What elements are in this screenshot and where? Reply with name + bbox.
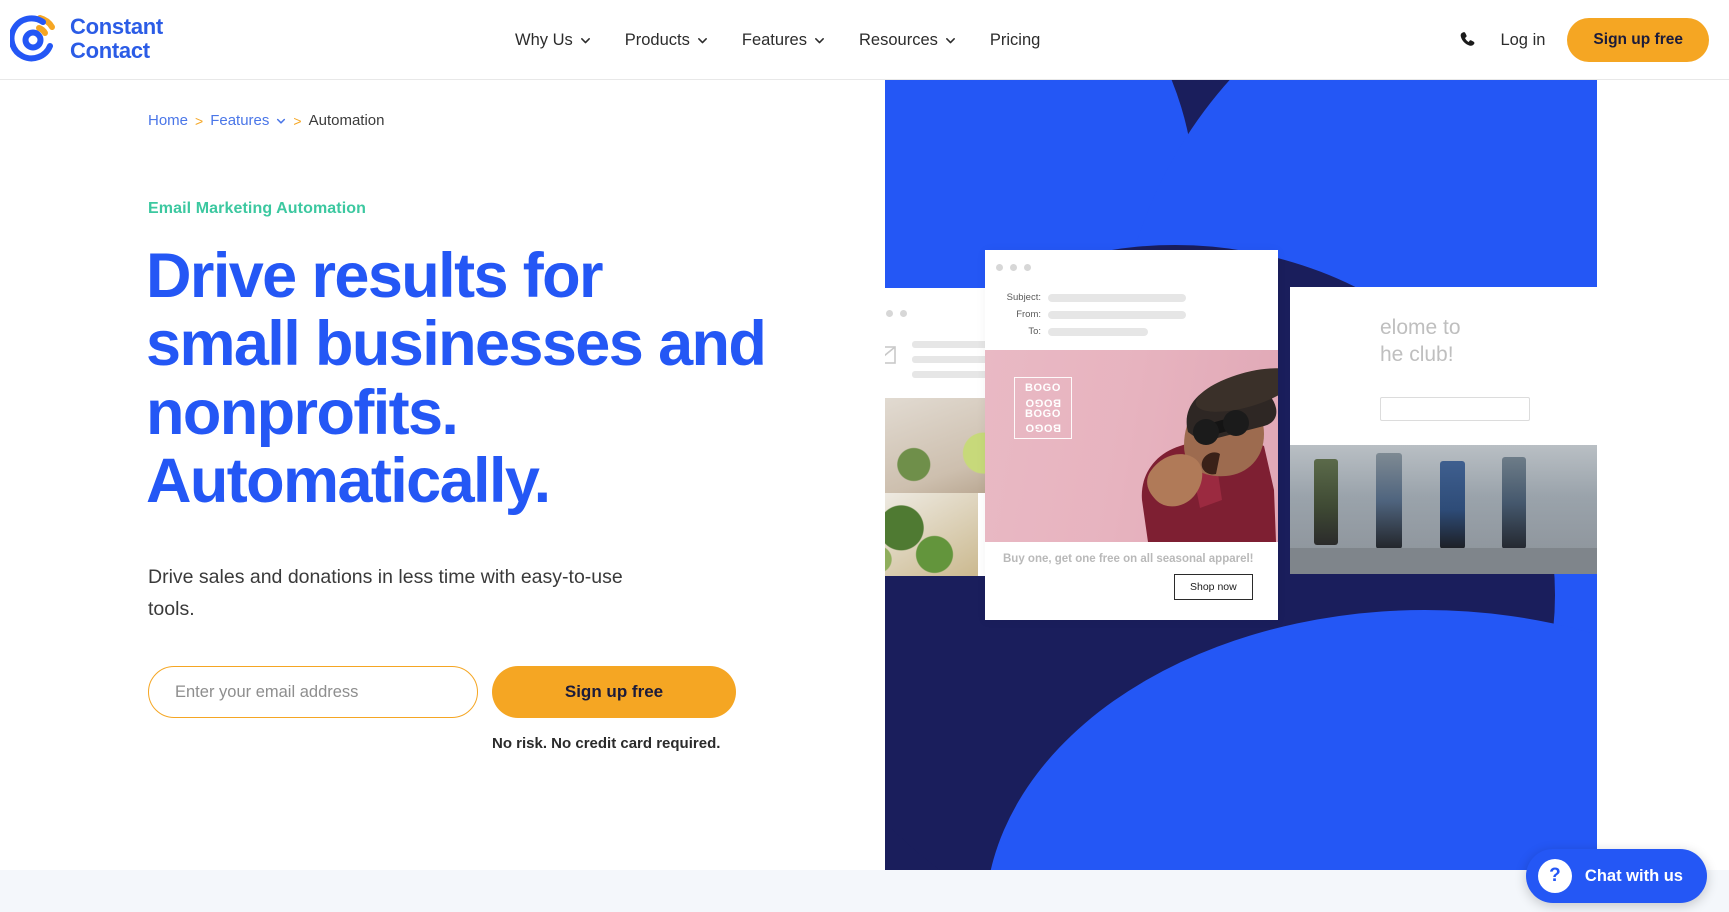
from-label: From: (1016, 309, 1041, 320)
to-row: To: (985, 326, 1278, 337)
email-input[interactable] (148, 666, 478, 718)
nav-label: Why Us (515, 30, 573, 49)
logo-text: Constant Contact (70, 15, 163, 63)
photo-ground (1290, 548, 1597, 574)
photo-figure (1502, 457, 1526, 549)
email-preview-card-club: elome to he club! (1290, 287, 1597, 574)
photo-figure (1440, 461, 1465, 549)
site-header: Constant Contact Why Us Products Feature… (0, 0, 1729, 80)
bogo-hero-photo: BOGO BOGO BOGO BOGO (985, 350, 1278, 542)
chevron-down-icon (945, 37, 955, 43)
hero-illustration: elome to he club! Subject: From: To: BOG… (885, 80, 1597, 870)
chat-widget[interactable]: ? Chat with us (1525, 849, 1707, 903)
subject-label: Subject: (1006, 292, 1041, 303)
nav-label: Pricing (989, 30, 1041, 49)
window-dot (1024, 264, 1031, 271)
signup-disclaimer: No risk. No credit card required. (492, 735, 721, 752)
breadcrumb-separator: > (195, 112, 204, 129)
club-heading-line-1: elome to (1380, 316, 1461, 339)
hero-eyebrow: Email Marketing Automation (148, 200, 367, 217)
breadcrumb-features[interactable]: Features (210, 112, 269, 129)
from-value-bar (1048, 310, 1186, 319)
bogo-logo-block: BOGO BOGO BOGO BOGO (1014, 377, 1072, 439)
breadcrumb-separator: > (293, 112, 302, 129)
photo-figure (1314, 459, 1338, 545)
bogo-line-2: BOGO (1024, 396, 1061, 409)
window-dot (996, 264, 1003, 271)
window-dot (1010, 264, 1017, 271)
phone-icon[interactable] (1458, 30, 1478, 50)
shouting-man-photo (1141, 368, 1278, 542)
chevron-down-icon (697, 37, 707, 43)
question-mark-icon: ? (1537, 859, 1572, 893)
chat-label: Chat with us (1584, 866, 1683, 885)
bogo-line-4: BOGO (1024, 421, 1061, 434)
placeholder-bar (912, 371, 990, 378)
nav-label: Resources (859, 30, 938, 49)
logo-line-1: Constant (70, 14, 163, 40)
login-link[interactable]: Log in (1500, 31, 1545, 50)
scooter-photo (1290, 445, 1597, 574)
breadcrumb: Home > Features > Automation (148, 112, 384, 129)
club-email-field (1380, 397, 1530, 421)
breadcrumb-home[interactable]: Home (148, 112, 188, 129)
breadcrumb-current: Automation (308, 112, 385, 129)
nav-label: Products (624, 30, 690, 49)
photo-figure (1376, 453, 1402, 549)
hero-subtext: Drive sales and donations in less time w… (148, 566, 623, 620)
bogo-line-1: BOGO (1024, 382, 1061, 395)
shop-now-button[interactable]: Shop now (1174, 574, 1253, 600)
hero-signup-button[interactable]: Sign up free (492, 666, 736, 718)
nav-item-resources[interactable]: Resources (859, 31, 956, 50)
window-dots (996, 264, 1031, 271)
from-row: From: (985, 309, 1278, 320)
envelope-icon (885, 346, 896, 364)
chevron-down-icon (815, 37, 824, 43)
bogo-caption: Buy one, get one free on all seasonal ap… (1003, 553, 1254, 565)
club-heading: elome to he club! (1290, 315, 1597, 369)
window-dots (885, 310, 907, 317)
nav-label: Features (741, 30, 807, 49)
header-signup-button[interactable]: Sign up free (1567, 18, 1709, 62)
subject-value-bar (1048, 293, 1186, 302)
to-value-bar (1048, 327, 1148, 336)
window-dot (900, 310, 907, 317)
logo-line-2: Contact (70, 38, 150, 63)
nav-item-products[interactable]: Products (625, 31, 708, 50)
nav-item-features[interactable]: Features (742, 31, 825, 50)
header-actions: Log in Sign up free (1458, 0, 1709, 80)
main-navigation: Why Us Products Features Resources Prici… (515, 0, 1040, 80)
footer-strip (0, 870, 1729, 912)
window-dot (886, 310, 893, 317)
to-label: To: (1028, 326, 1041, 337)
nav-item-pricing[interactable]: Pricing (990, 31, 1040, 50)
bogo-line-3: BOGO (1024, 407, 1061, 420)
subject-row: Subject: (985, 292, 1278, 303)
club-heading-line-2: he club! (1380, 342, 1454, 366)
hero-signup-form: Sign up free (148, 666, 736, 718)
email-header-fields: Subject: From: To: (985, 292, 1278, 343)
page-title: Drive results for small businesses and n… (146, 241, 767, 517)
herbs-photo (885, 493, 978, 576)
logo[interactable]: Constant Contact (10, 13, 163, 65)
nav-item-why-us[interactable]: Why Us (515, 31, 591, 50)
chevron-down-icon[interactable] (276, 116, 286, 126)
chevron-down-icon (580, 37, 590, 43)
email-preview-card-bogo: Subject: From: To: BOGO BOGO BOGO BOGO B… (985, 250, 1278, 620)
constant-contact-swirl-logo (10, 15, 55, 62)
